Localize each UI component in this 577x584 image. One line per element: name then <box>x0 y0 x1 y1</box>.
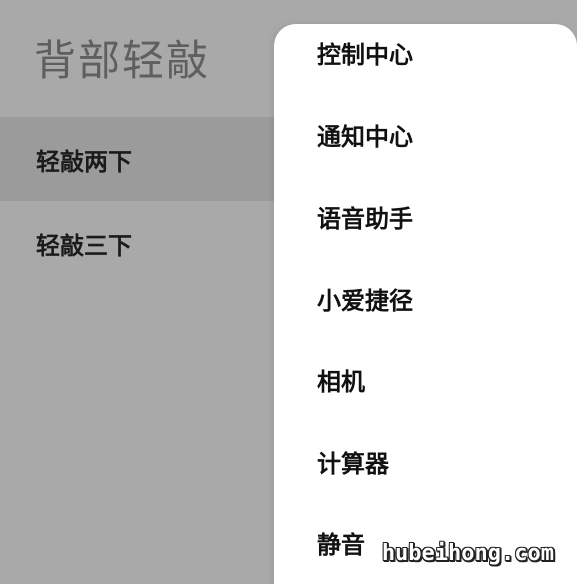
menu-item-label: 相机 <box>317 367 365 396</box>
menu-item-label: 计算器 <box>317 449 389 478</box>
menu-item-label: 小爱捷径 <box>317 286 413 315</box>
menu-item-voice-assistant[interactable]: 语音助手 <box>274 176 577 256</box>
menu-item-label: 语音助手 <box>317 204 413 233</box>
menu-item-camera[interactable]: 相机 <box>274 339 577 419</box>
setting-item-label: 轻敲两下 <box>36 147 132 176</box>
page-title: 背部轻敲 <box>34 36 211 85</box>
menu-item-control-center[interactable]: 控制中心 <box>274 24 577 92</box>
menu-item-label: 通知中心 <box>317 122 413 151</box>
watermark: hubeihong.com <box>381 541 554 566</box>
setting-item-label: 轻敲三下 <box>36 231 132 260</box>
menu-item-notification-center[interactable]: 通知中心 <box>274 94 577 174</box>
menu-item-calculator[interactable]: 计算器 <box>274 421 577 501</box>
action-picker-menu: 控制中心 通知中心 语音助手 小爱捷径 相机 计算器 静音 <box>274 24 577 584</box>
menu-item-label: 静音 <box>317 530 365 559</box>
menu-item-xiaoai-shortcut[interactable]: 小爱捷径 <box>274 258 577 338</box>
menu-item-label: 控制中心 <box>317 40 413 69</box>
